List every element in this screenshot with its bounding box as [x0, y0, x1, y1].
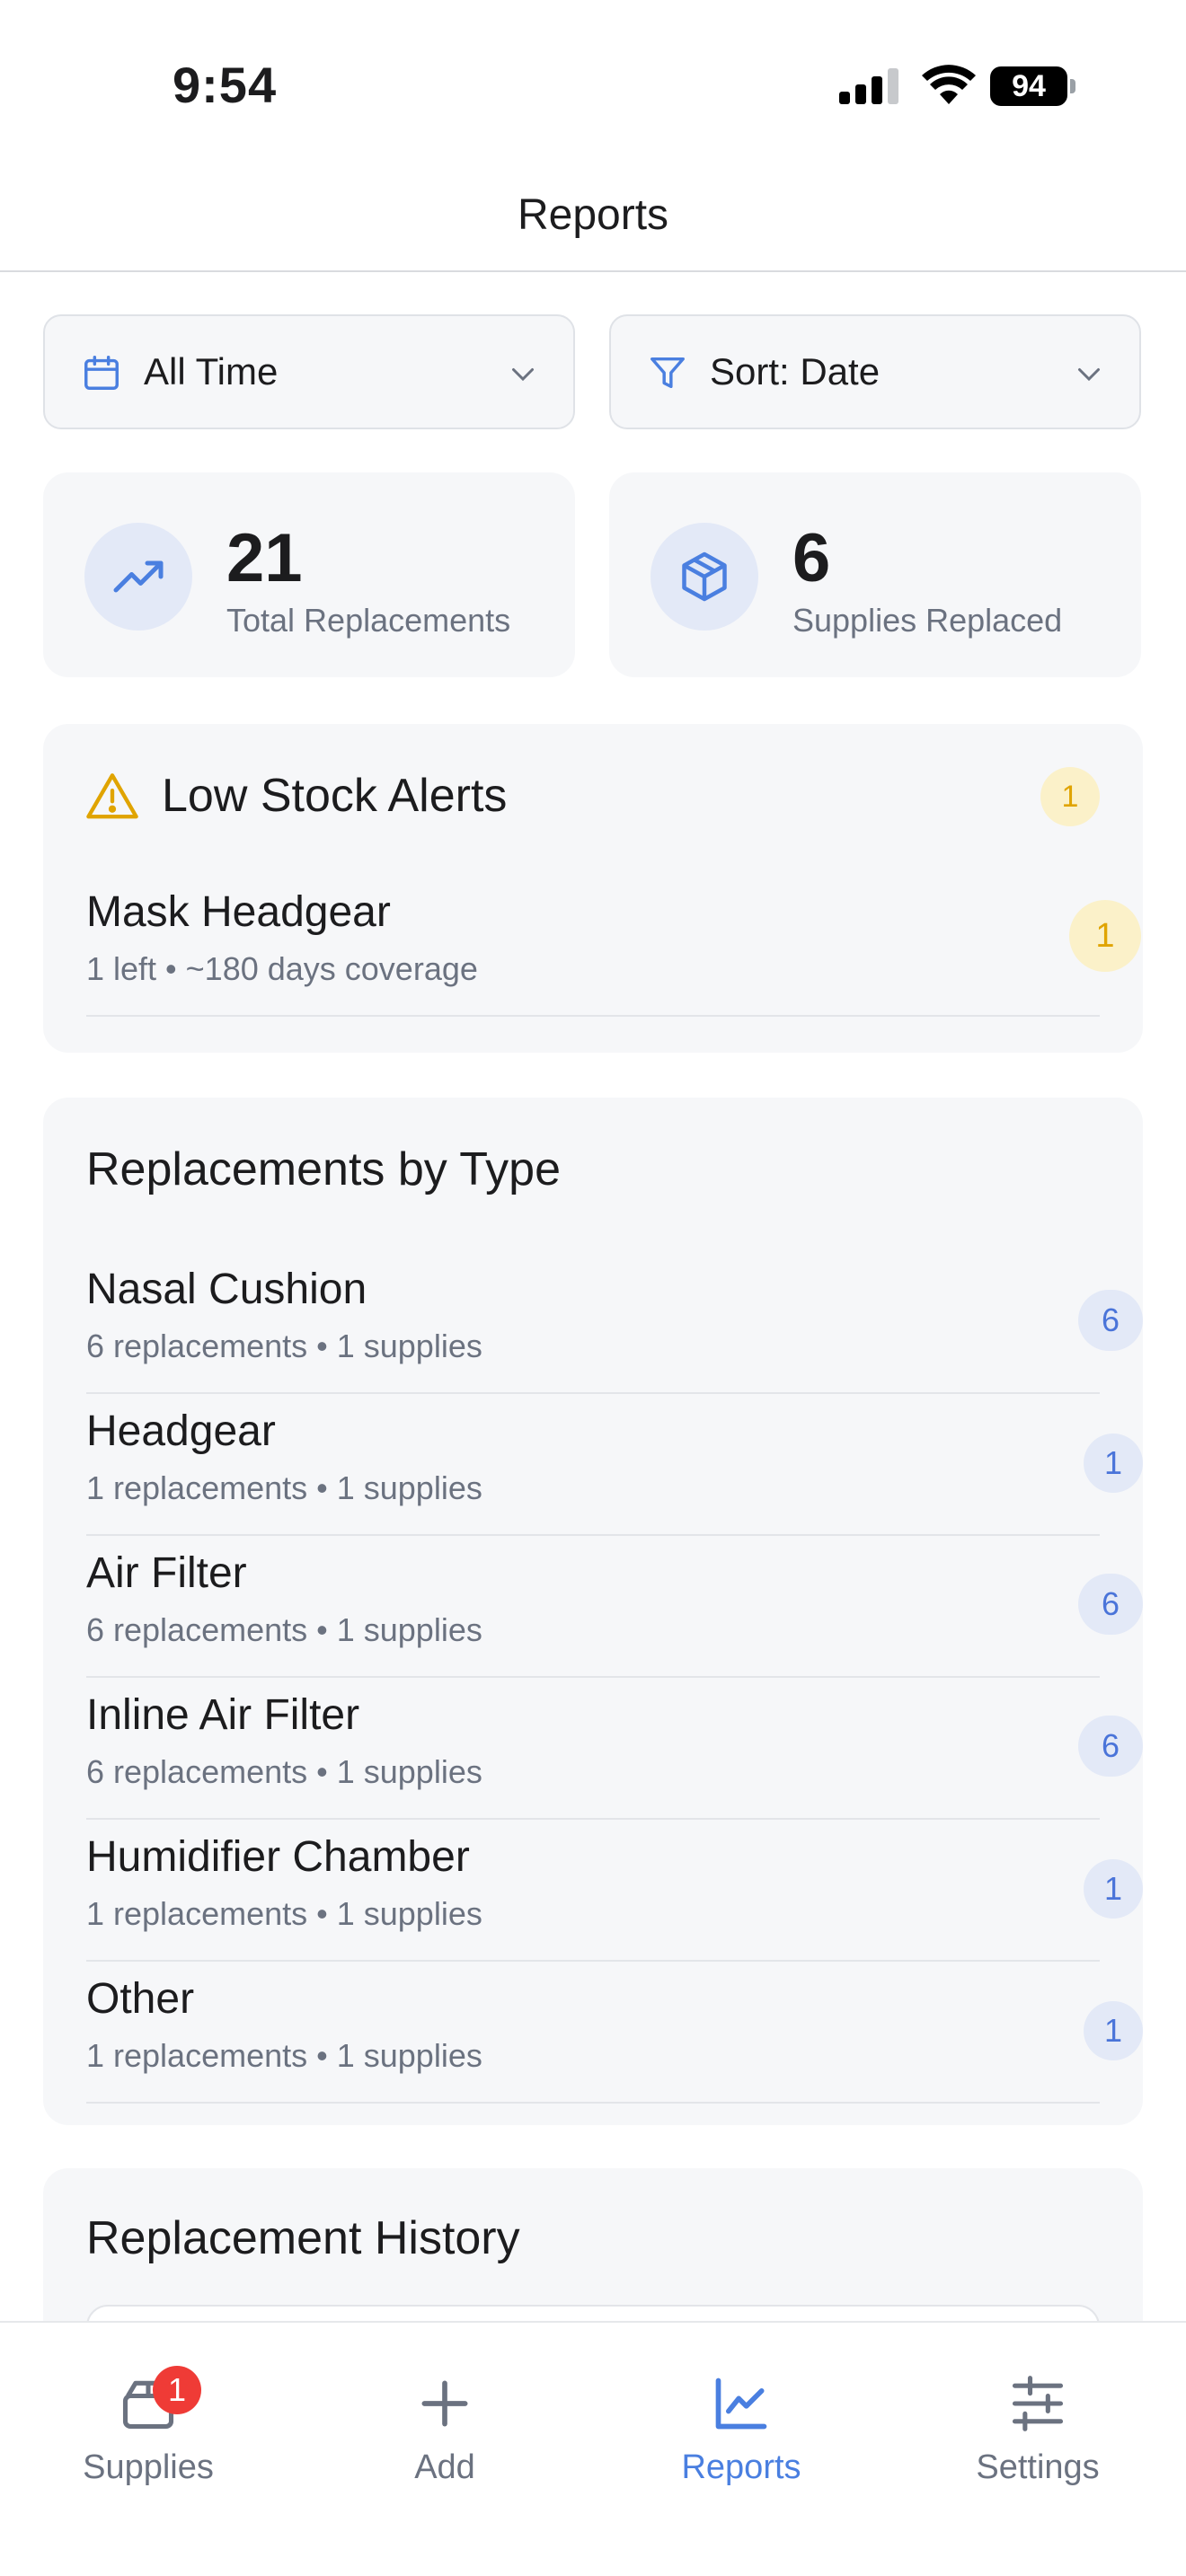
item-name: Headgear [86, 1407, 276, 1455]
section-title: Replacements by Type [86, 1143, 561, 1195]
item-name: Nasal Cushion [86, 1266, 367, 1313]
item-meta: 6 replacements • 1 supplies [86, 1611, 482, 1648]
list-item[interactable]: Other 1 replacements • 1 supplies 1 [86, 1962, 1143, 2104]
battery-indicator: 94 [990, 66, 1076, 106]
item-meta: 1 replacements • 1 supplies [86, 2037, 482, 2074]
package-icon [682, 551, 727, 602]
status-time: 9:54 [173, 57, 278, 113]
tab-label: Settings [976, 2448, 1100, 2486]
trending-up-icon [113, 560, 164, 593]
stat-icon-circle [651, 523, 758, 631]
count-badge: 6 [1078, 1574, 1143, 1635]
tab-reports[interactable]: Reports [593, 2355, 890, 2499]
count-badge: 1 [1084, 2001, 1143, 2060]
item-name: Humidifier Chamber [86, 1833, 470, 1881]
total-replacements-card: 21 Total Replacements [43, 472, 575, 677]
count-badge: 6 [1078, 1290, 1143, 1351]
item-meta: 1 left • ~180 days coverage [86, 950, 478, 987]
replacements-by-type-card: Replacements by Type Nasal Cushion 6 rep… [43, 1098, 1143, 2125]
tab-supplies[interactable]: 1 Supplies [0, 2355, 296, 2499]
sliders-icon [1012, 2376, 1064, 2431]
count-badge: 1 [1084, 1434, 1143, 1493]
sort-dropdown[interactable]: Sort: Date [609, 314, 1141, 429]
cellular-signal-icon [839, 68, 898, 104]
filter-icon [651, 357, 685, 389]
section-title: Replacement History [86, 2212, 520, 2264]
alert-count-badge: 1 [1040, 767, 1100, 826]
chart-icon [715, 2378, 767, 2430]
count-badge: 1 [1084, 1859, 1143, 1919]
list-item[interactable]: Nasal Cushion 6 replacements • 1 supplie… [86, 1252, 1143, 1394]
time-range-label: All Time [144, 350, 279, 393]
page-title: Reports [517, 191, 669, 239]
tab-bar: 1 Supplies Add Reports Settings [0, 2321, 1186, 2576]
list-item[interactable]: Air Filter 6 replacements • 1 supplies 6 [86, 1536, 1143, 1678]
supplies-replaced-card: 6 Supplies Replaced [609, 472, 1141, 677]
item-name: Mask Headgear [86, 888, 391, 936]
item-name: Other [86, 1975, 195, 2023]
item-meta: 6 replacements • 1 supplies [86, 1328, 482, 1364]
wifi-icon [922, 65, 976, 104]
list-item[interactable]: Inline Air Filter 6 replacements • 1 sup… [86, 1678, 1143, 1820]
header-divider [0, 270, 1186, 272]
tab-label: Reports [681, 2448, 801, 2486]
stat-icon-circle [84, 523, 192, 631]
stock-count-badge: 1 [1069, 900, 1141, 972]
item-meta: 1 replacements • 1 supplies [86, 1895, 482, 1932]
stat-label: Total Replacements [226, 602, 511, 639]
sort-label: Sort: Date [710, 350, 881, 393]
low-stock-alerts-card: Low Stock Alerts 1 Mask Headgear 1 left … [43, 724, 1143, 1053]
chevron-down-icon [1078, 368, 1100, 382]
battery-level: 94 [990, 66, 1067, 106]
item-meta: 6 replacements • 1 supplies [86, 1753, 482, 1790]
list-item[interactable]: Humidifier Chamber 1 replacements • 1 su… [86, 1820, 1143, 1962]
item-name: Inline Air Filter [86, 1691, 360, 1739]
item-name: Air Filter [86, 1549, 247, 1597]
section-title: Low Stock Alerts [162, 770, 508, 822]
chevron-down-icon [512, 368, 534, 382]
stat-value: 6 [792, 520, 831, 596]
plus-icon [421, 2380, 468, 2427]
time-range-dropdown[interactable]: All Time [43, 314, 575, 429]
count-badge: 6 [1078, 1716, 1143, 1777]
warning-icon [86, 773, 138, 819]
list-item[interactable]: Mask Headgear 1 left • ~180 days coverag… [86, 875, 1141, 1017]
tab-label: Supplies [83, 2448, 214, 2486]
item-meta: 1 replacements • 1 supplies [86, 1469, 482, 1506]
calendar-icon [84, 356, 119, 390]
tab-add[interactable]: Add [296, 2355, 593, 2499]
tab-label: Add [414, 2448, 475, 2486]
stat-label: Supplies Replaced [792, 602, 1063, 639]
supplies-notification-badge: 1 [153, 2366, 201, 2414]
stat-value: 21 [226, 520, 303, 596]
list-item[interactable]: Headgear 1 replacements • 1 supplies 1 [86, 1394, 1143, 1536]
tab-settings[interactable]: Settings [890, 2355, 1186, 2499]
